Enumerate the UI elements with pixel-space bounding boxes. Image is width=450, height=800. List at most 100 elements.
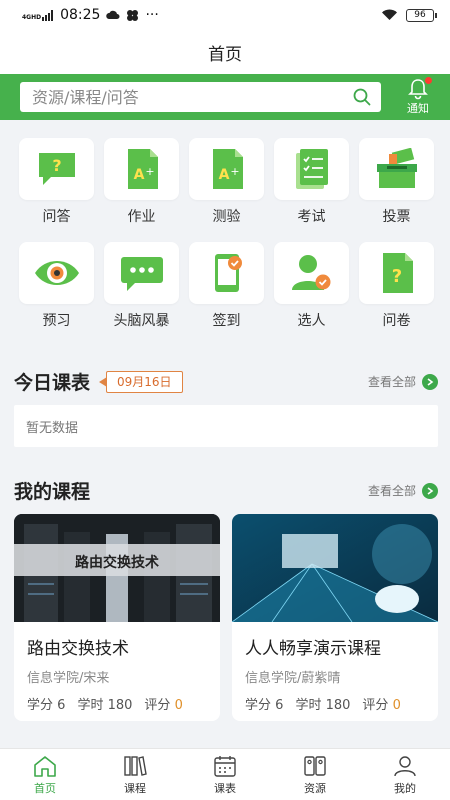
tab-label: 课程 (124, 781, 146, 795)
feature-qa[interactable]: ? 问答 (14, 138, 99, 228)
cloud-icon (106, 10, 120, 19)
title-bar: 首页 (0, 30, 450, 74)
feature-questionnaire[interactable]: ? 问卷 (354, 242, 439, 332)
score-label: 评分 (144, 698, 171, 713)
feature-label: 测验 (212, 209, 241, 225)
empty-state: 暂无数据 (14, 405, 438, 447)
network-illustration (232, 514, 438, 622)
course-card[interactable]: 人人畅享演示课程 信息学院/蔚紫晴 学分 6 学时 180 评分 0 (232, 514, 438, 721)
user-icon (394, 755, 416, 776)
feature-quiz[interactable]: A + 测验 (184, 138, 269, 228)
notification-dot (425, 77, 432, 84)
courses-section-header: 我的课程 查看全部 (14, 477, 438, 504)
score-value: 0 (392, 698, 401, 713)
score-stat: 评分 0 (144, 694, 182, 713)
feature-pick-person[interactable]: 选人 (269, 242, 354, 332)
feature-label: 作业 (127, 209, 156, 225)
score-stat: 评分 0 (362, 694, 400, 713)
svg-text:A: A (133, 167, 144, 183)
feature-label: 预习 (42, 313, 71, 329)
feature-checkin[interactable]: 签到 (184, 242, 269, 332)
feature-label: 头脑风暴 (113, 313, 170, 329)
qa-bubble-icon: ? (38, 153, 75, 185)
hours-value: 180 (325, 698, 351, 713)
tab-label: 我的 (394, 781, 416, 795)
course-banner-title: 路由交换技术 (75, 555, 159, 571)
today-view-all[interactable]: 查看全部 (368, 373, 438, 390)
vote-box-icon (376, 148, 417, 188)
exam-icon (295, 149, 328, 189)
course-org: 信息学院/宋来 (27, 671, 110, 686)
course-card[interactable]: 路由交换技术 路由交换技术 信息学院/宋来 学分 6 学时 180 评分 0 (14, 514, 220, 721)
tab-home[interactable]: 首页 (0, 749, 90, 800)
status-left: 4GHD 08:25 ··· (22, 7, 159, 23)
course-org: 信息学院/蔚紫晴 (245, 671, 341, 686)
svg-text:+: + (230, 165, 239, 178)
tab-label: 首页 (34, 781, 56, 795)
course-image-server-room: 路由交换技术 (14, 514, 220, 622)
calendar-icon (214, 755, 236, 777)
status-bar: 4GHD 08:25 ··· 96 (0, 0, 450, 30)
search-icon[interactable] (353, 88, 371, 106)
search-band: 通知 (0, 74, 450, 120)
battery-level: 96 (414, 10, 426, 20)
feature-brainstorm[interactable]: 头脑风暴 (99, 242, 184, 332)
course-meta: 学分 6 学时 180 评分 0 (245, 694, 438, 713)
feature-homework[interactable]: A + 作业 (99, 138, 184, 228)
notify-label: 通知 (407, 102, 429, 115)
notify-button[interactable]: 通知 (396, 77, 440, 116)
feature-tile[interactable]: ? (19, 138, 94, 200)
svg-text:+: + (145, 165, 154, 178)
feature-tile[interactable] (359, 138, 434, 200)
feature-label: 签到 (212, 313, 241, 329)
hours-stat: 学时 180 (77, 694, 132, 713)
feature-vote[interactable]: 投票 (354, 138, 439, 228)
today-title: 今日课表 (14, 372, 91, 394)
quiz-icon: A + (212, 149, 243, 189)
page-title: 首页 (208, 44, 242, 65)
hours-label: 学时 (295, 698, 322, 713)
network-indicator: 4GHD (22, 9, 54, 21)
homework-icon: A + (127, 149, 158, 189)
search-input[interactable] (32, 87, 353, 107)
today-section-header: 今日课表 09月16日 查看全部 (14, 368, 438, 395)
signal-icon (42, 9, 54, 21)
tab-mine[interactable]: 我的 (360, 749, 450, 800)
eye-icon (34, 261, 79, 285)
date-badge[interactable]: 09月16日 (99, 370, 183, 393)
feature-label: 问卷 (382, 313, 411, 329)
feature-tile[interactable] (274, 138, 349, 200)
feature-tile[interactable]: A + (189, 138, 264, 200)
search-box[interactable] (20, 82, 381, 112)
wifi-icon (382, 9, 397, 20)
arrow-right-icon (422, 373, 438, 390)
credit-label: 学分 (27, 698, 54, 713)
feature-label: 考试 (297, 209, 326, 225)
hours-stat: 学时 180 (295, 694, 350, 713)
tab-label: 资源 (304, 781, 326, 795)
feature-tile[interactable] (104, 242, 179, 304)
hours-value: 180 (107, 698, 133, 713)
feature-tile[interactable]: A + (104, 138, 179, 200)
arrow-right-icon (422, 482, 438, 499)
svg-text:A: A (218, 167, 229, 183)
feature-exam[interactable]: 考试 (269, 138, 354, 228)
course-name: 路由交换技术 (27, 639, 129, 659)
feature-tile[interactable]: ? (359, 242, 434, 304)
courses-view-all[interactable]: 查看全部 (368, 482, 438, 499)
tab-label: 课表 (214, 781, 236, 795)
credit-value: 6 (57, 698, 66, 713)
tab-schedule[interactable]: 课表 (180, 749, 270, 800)
tab-resources[interactable]: 资源 (270, 749, 360, 800)
tab-courses[interactable]: 课程 (90, 749, 180, 800)
feature-tile[interactable] (189, 242, 264, 304)
hours-label: 学时 (77, 698, 104, 713)
feature-tile[interactable] (19, 242, 94, 304)
books-icon (124, 755, 147, 776)
status-right: 96 (381, 8, 437, 22)
feature-tile[interactable] (274, 242, 349, 304)
feature-label: 问答 (42, 209, 71, 225)
feature-preview[interactable]: 预习 (14, 242, 99, 332)
person-pick-icon (291, 255, 330, 290)
score-label: 评分 (362, 698, 389, 713)
